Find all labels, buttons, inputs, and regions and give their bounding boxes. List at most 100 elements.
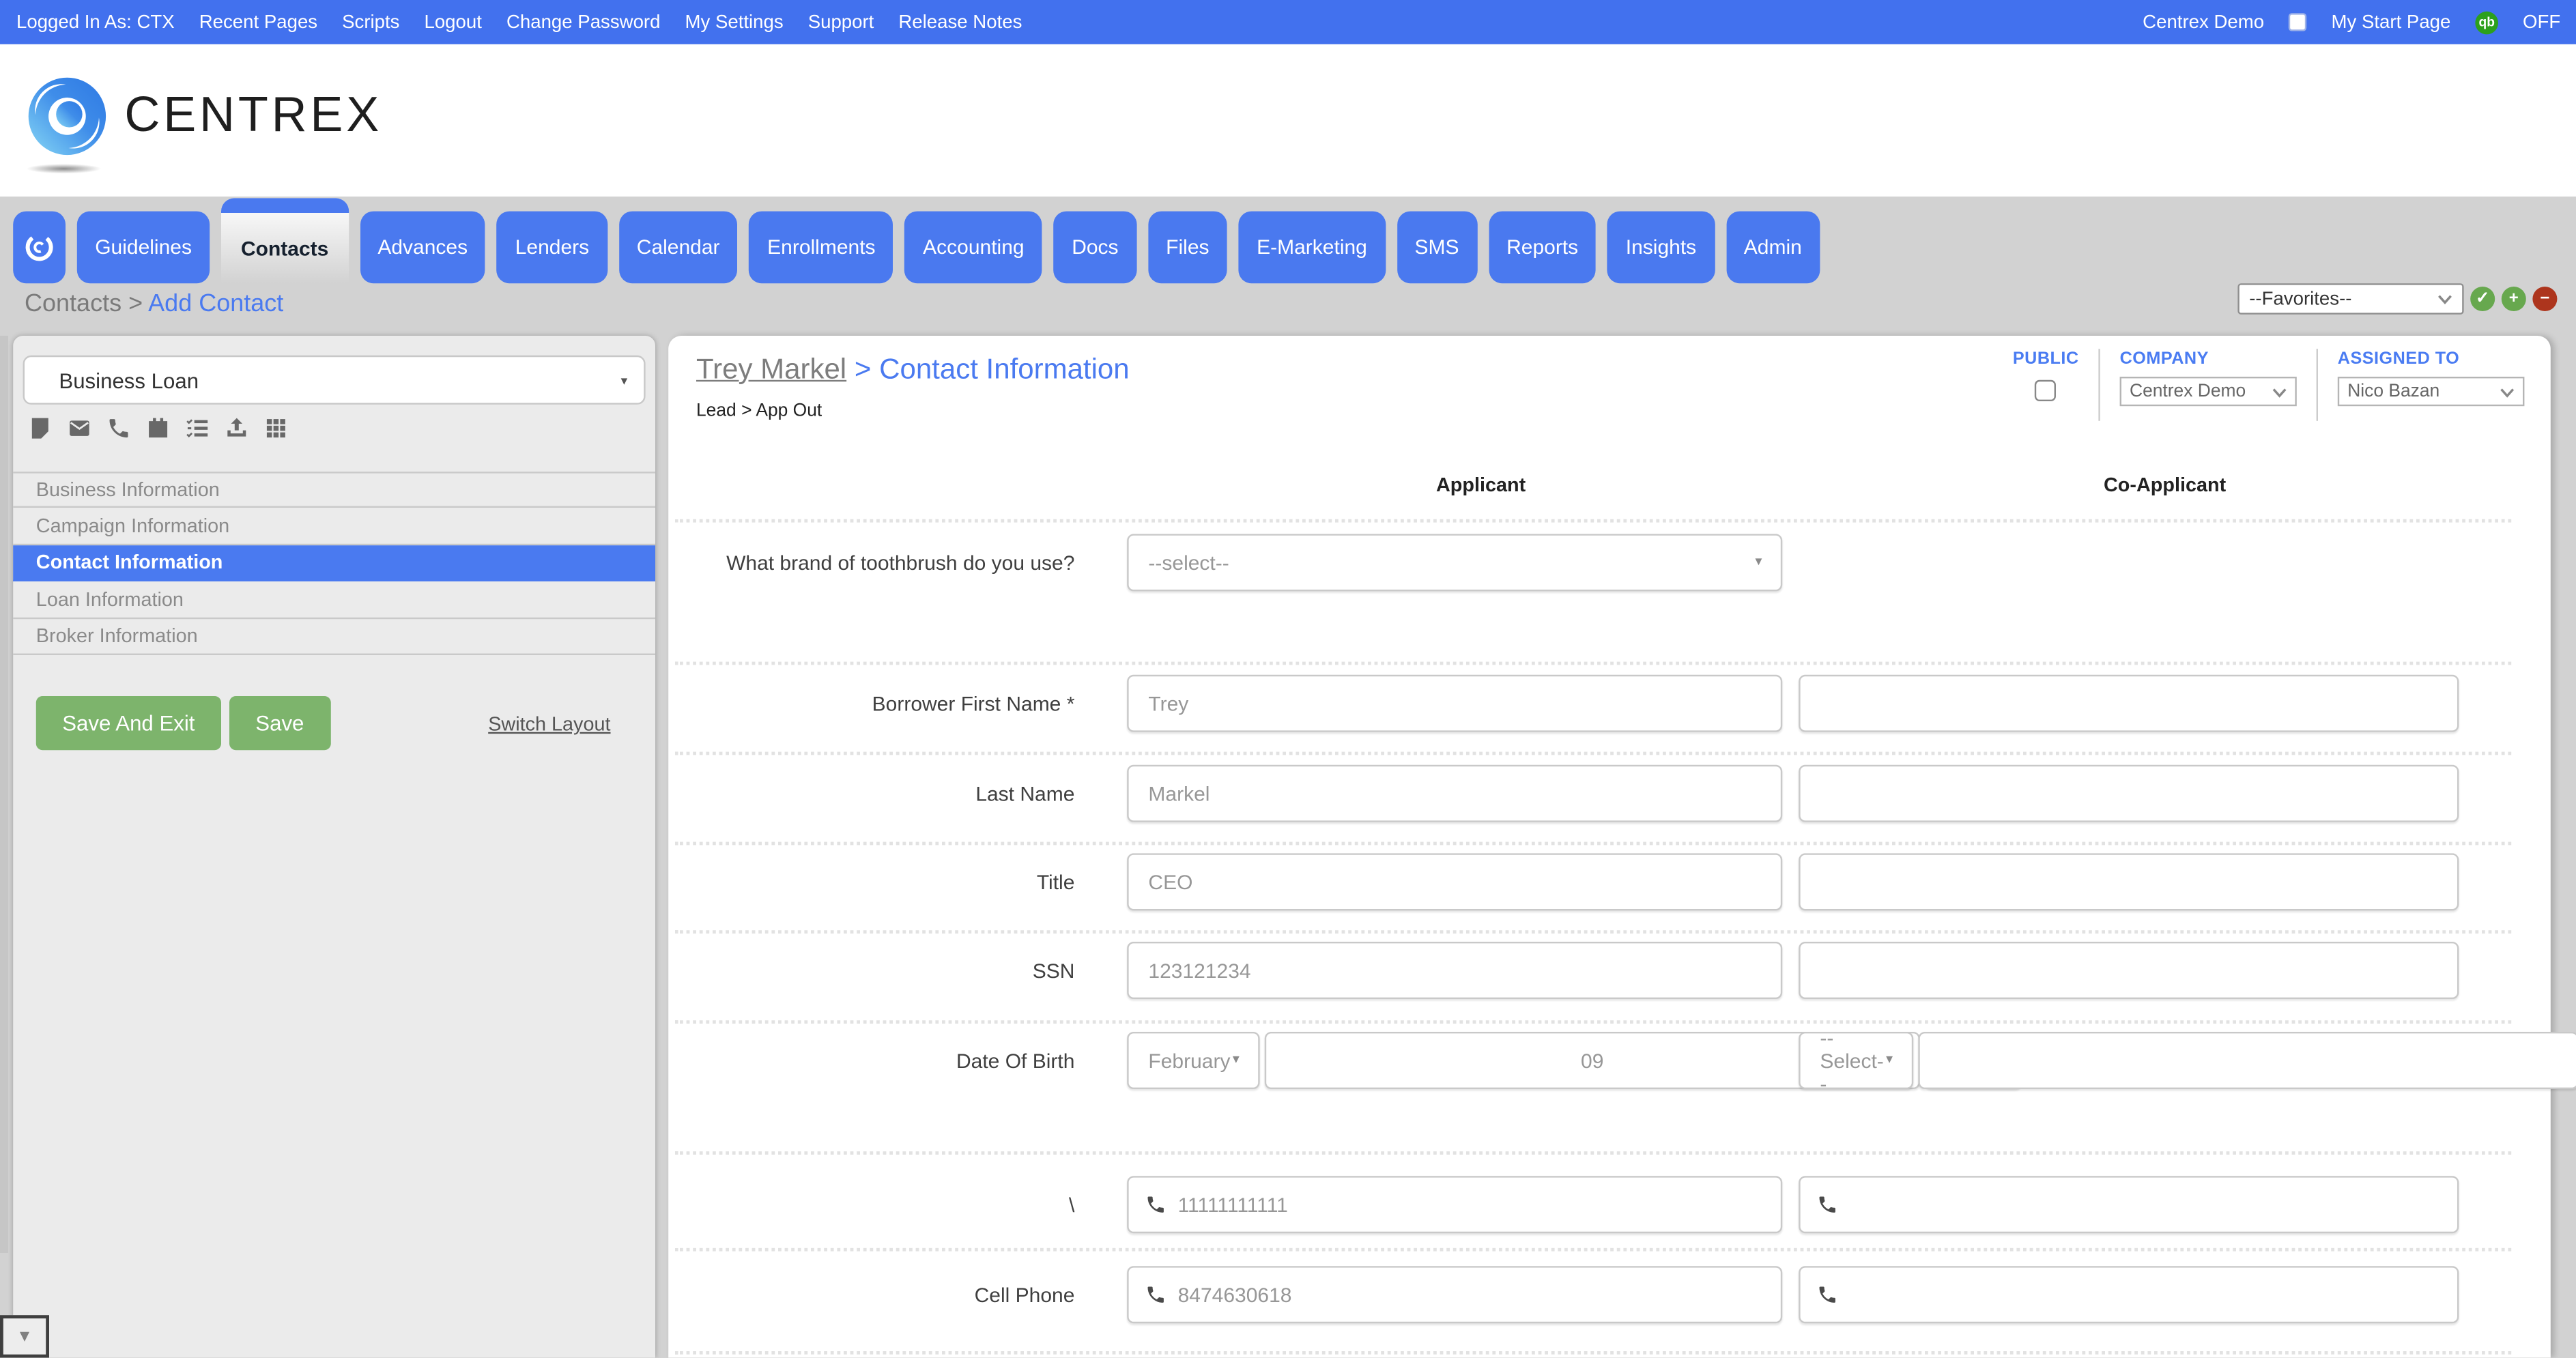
left-scroll-track[interactable] xyxy=(0,336,8,1253)
divider xyxy=(675,930,2511,934)
note-icon[interactable] xyxy=(26,414,52,440)
scroll-down-button[interactable]: ▼ xyxy=(0,1315,49,1357)
my-start-page-label[interactable]: My Start Page xyxy=(2332,12,2451,32)
cell-phone-input[interactable] xyxy=(1178,1283,1764,1306)
tab-files[interactable]: Files xyxy=(1148,212,1227,284)
my-settings-link[interactable]: My Settings xyxy=(685,12,784,32)
column-headers: Applicant Co-Applicant xyxy=(668,474,2551,497)
active-tab-cap xyxy=(221,198,348,213)
phone-input[interactable] xyxy=(1178,1193,1764,1216)
co-ssn-input[interactable] xyxy=(1799,942,2459,999)
sidebar-item-business-information[interactable]: Business Information xyxy=(13,472,655,508)
tab-guidelines[interactable]: Guidelines xyxy=(77,212,210,284)
public-checkbox[interactable] xyxy=(2035,380,2057,401)
co-cell-phone-input[interactable] xyxy=(1850,1283,2441,1306)
phone-icon xyxy=(1145,1194,1167,1215)
co-title-input[interactable] xyxy=(1799,853,2459,910)
change-password-link[interactable]: Change Password xyxy=(506,12,661,32)
upload-icon[interactable] xyxy=(223,414,248,440)
favorite-remove-button[interactable]: − xyxy=(2532,287,2557,311)
save-and-exit-button[interactable]: Save And Exit xyxy=(36,696,221,750)
contact-name-link[interactable]: Trey Markel xyxy=(696,352,846,385)
tab-contacts[interactable]: Contacts xyxy=(221,198,348,283)
tab-emarketing[interactable]: E-Marketing xyxy=(1239,212,1386,284)
tab-lenders[interactable]: Lenders xyxy=(497,212,607,284)
main-tabs: Guidelines Contacts Advances Lenders Cal… xyxy=(13,198,1820,283)
chevron-down-icon: ▾ xyxy=(621,373,628,388)
toothbrush-row: What brand of toothbrush do you use? --s… xyxy=(668,534,2551,591)
divider xyxy=(675,1248,2511,1252)
first-name-input[interactable] xyxy=(1127,675,1782,732)
ssn-input[interactable] xyxy=(1127,942,1782,999)
record-type-select[interactable]: Business Loan ▾ xyxy=(23,356,646,405)
dob-month-value: February xyxy=(1148,1049,1230,1072)
tab-sms[interactable]: SMS xyxy=(1397,212,1477,284)
co-dob-day-input[interactable] xyxy=(1918,1032,2576,1089)
co-cell-phone-field[interactable] xyxy=(1799,1266,2459,1323)
breadcrumb-contacts[interactable]: Contacts xyxy=(25,290,121,318)
tab-reports[interactable]: Reports xyxy=(1489,212,1597,284)
first-name-row: Borrower First Name * xyxy=(668,675,2551,732)
co-dob-month-select[interactable]: --Select-- ▼ xyxy=(1799,1032,1913,1089)
divider xyxy=(675,1351,2511,1355)
chevron-down-icon xyxy=(2500,384,2515,399)
phone-label: \ xyxy=(668,1193,1127,1216)
main-panel: Trey Markel > Contact Information Lead >… xyxy=(668,336,2551,1358)
first-name-label: Borrower First Name * xyxy=(668,692,1127,715)
favorite-add-button[interactable]: + xyxy=(2502,287,2526,311)
save-button[interactable]: Save xyxy=(229,696,330,750)
scripts-link[interactable]: Scripts xyxy=(342,12,399,32)
release-notes-link[interactable]: Release Notes xyxy=(898,12,1022,32)
co-first-name-input[interactable] xyxy=(1799,675,2459,732)
grid-icon[interactable] xyxy=(262,414,288,440)
recent-pages-link[interactable]: Recent Pages xyxy=(199,12,317,32)
divider xyxy=(675,519,2511,523)
top-bar-right: Centrex Demo My Start Page qb OFF xyxy=(2143,11,2560,34)
title-row: Title xyxy=(668,853,2551,910)
tab-accounting[interactable]: Accounting xyxy=(905,212,1042,284)
sidebar-item-broker-information[interactable]: Broker Information xyxy=(13,618,655,655)
company-group: COMPANY Centrex Demo xyxy=(2120,349,2297,406)
phone-field[interactable] xyxy=(1127,1176,1782,1233)
quickbooks-status: OFF xyxy=(2523,12,2560,32)
support-link[interactable]: Support xyxy=(808,12,874,32)
co-last-name-input[interactable] xyxy=(1799,765,2459,822)
sidebar-item-campaign-information[interactable]: Campaign Information xyxy=(13,508,655,545)
calendar-icon[interactable] xyxy=(144,414,170,440)
favorites-select[interactable]: --Favorites-- xyxy=(2237,283,2463,315)
tab-insights[interactable]: Insights xyxy=(1607,212,1714,284)
phone-icon xyxy=(1145,1284,1167,1305)
tab-home[interactable] xyxy=(13,212,66,284)
tab-advances[interactable]: Advances xyxy=(360,212,486,284)
tab-docs[interactable]: Docs xyxy=(1054,212,1136,284)
title-input[interactable] xyxy=(1127,853,1782,910)
switch-layout-link[interactable]: Switch Layout xyxy=(488,712,610,736)
envelope-icon[interactable] xyxy=(66,414,91,440)
co-phone-field[interactable] xyxy=(1799,1176,2459,1233)
quickbooks-icon[interactable]: qb xyxy=(2475,11,2498,34)
centrex-logo: CENTREX xyxy=(23,72,382,161)
divider xyxy=(675,1020,2511,1024)
tab-enrollments[interactable]: Enrollments xyxy=(749,212,893,284)
divider xyxy=(675,662,2511,665)
tasks-icon[interactable] xyxy=(184,414,210,440)
cell-phone-field[interactable] xyxy=(1127,1266,1782,1323)
favorite-apply-button[interactable]: ✓ xyxy=(2470,287,2495,311)
dob-month-select[interactable]: February ▼ xyxy=(1127,1032,1259,1089)
logout-link[interactable]: Logout xyxy=(424,12,481,32)
divider xyxy=(2317,349,2318,421)
assigned-to-select[interactable]: Nico Bazan xyxy=(2338,377,2525,406)
last-name-input[interactable] xyxy=(1127,765,1782,822)
company-select[interactable]: Centrex Demo xyxy=(2120,377,2297,406)
status-path: Lead > App Out xyxy=(696,401,822,421)
co-phone-input[interactable] xyxy=(1850,1193,2441,1216)
my-start-page-checkbox[interactable] xyxy=(2289,13,2306,31)
sidebar-item-loan-information[interactable]: Loan Information xyxy=(13,581,655,618)
tab-admin[interactable]: Admin xyxy=(1726,212,1820,284)
phone-icon[interactable] xyxy=(105,414,131,440)
logged-in-as[interactable]: Logged In As: CTX xyxy=(16,12,175,32)
top-bar: Logged In As: CTX Recent Pages Scripts L… xyxy=(0,0,2576,44)
sidebar-item-contact-information[interactable]: Contact Information xyxy=(13,545,655,582)
toothbrush-select[interactable]: --select-- ▼ xyxy=(1127,534,1782,591)
tab-calendar[interactable]: Calendar xyxy=(618,212,738,284)
